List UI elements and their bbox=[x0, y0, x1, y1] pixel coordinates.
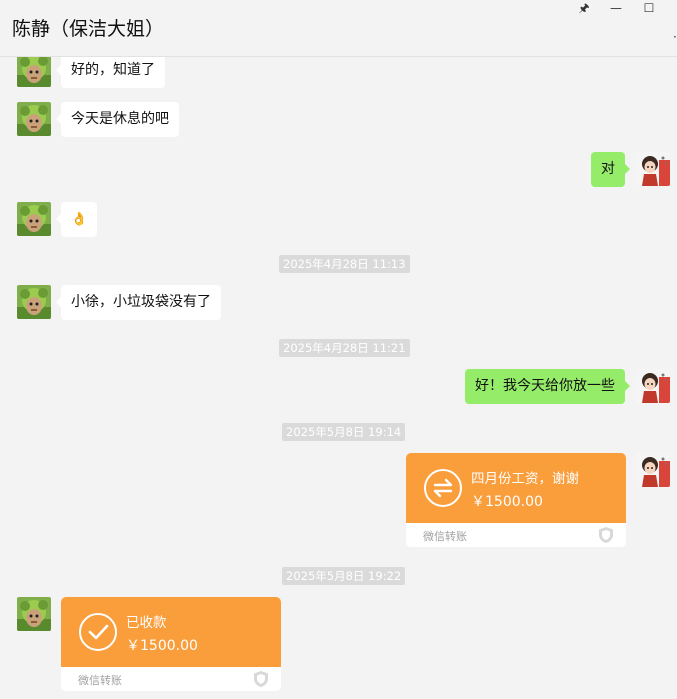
transfer-card-header: 已收款 ￥1500.00 bbox=[61, 597, 281, 667]
self-avatar[interactable] bbox=[636, 152, 670, 186]
transfer-source-label: 微信转账 bbox=[423, 530, 467, 543]
more-icon[interactable]: · bbox=[673, 30, 677, 44]
self-avatar[interactable] bbox=[636, 453, 670, 487]
emoji-message[interactable]: 👌 bbox=[55, 202, 98, 237]
timestamp: 2025年4月28日 11:13 bbox=[279, 255, 410, 273]
transfer-card-footer: 微信转账 bbox=[406, 523, 626, 547]
transfer-card-header: 四月份工资，谢谢 ￥1500.00 bbox=[406, 453, 626, 523]
transfer-card-sent[interactable]: 四月份工资，谢谢 ￥1500.00 微信转账 bbox=[406, 453, 626, 547]
shield-icon bbox=[253, 670, 269, 691]
chat-header: 陈静（保洁大姐） 🖈 — ☐ · bbox=[0, 0, 677, 57]
contact-avatar[interactable] bbox=[17, 285, 51, 319]
minimize-button[interactable]: — bbox=[604, 0, 628, 16]
transfer-amount: ￥1500.00 bbox=[126, 638, 198, 654]
transfer-status: 已收款 bbox=[126, 615, 167, 631]
timestamp: 2025年4月28日 11:21 bbox=[279, 339, 410, 357]
transfer-card-received[interactable]: 已收款 ￥1500.00 微信转账 bbox=[61, 597, 281, 691]
transfer-amount: ￥1500.00 bbox=[471, 494, 543, 510]
self-avatar[interactable] bbox=[636, 369, 670, 403]
chat-title: 陈静（保洁大姐） bbox=[12, 18, 165, 40]
shield-icon bbox=[598, 526, 614, 547]
contact-avatar[interactable] bbox=[17, 53, 51, 87]
timestamp: 2025年5月8日 19:14 bbox=[282, 423, 406, 441]
timestamp: 2025年5月8日 19:22 bbox=[282, 567, 406, 585]
transfer-note: 四月份工资，谢谢 bbox=[471, 471, 579, 487]
transfer-arrows-icon bbox=[424, 469, 462, 507]
message-bubble-incoming[interactable]: 小徐，小垃圾袋没有了 bbox=[56, 285, 221, 320]
transfer-source-label: 微信转账 bbox=[78, 674, 122, 687]
checkmark-icon bbox=[79, 613, 117, 651]
message-bubble-outgoing[interactable]: 好！我今天给你放一些 bbox=[465, 369, 630, 404]
transfer-card-footer: 微信转账 bbox=[61, 667, 281, 691]
contact-avatar[interactable] bbox=[17, 102, 51, 136]
contact-avatar[interactable] bbox=[17, 202, 51, 236]
message-bubble-outgoing[interactable]: 对 bbox=[591, 152, 630, 187]
maximize-button[interactable]: ☐ bbox=[637, 0, 661, 16]
contact-avatar[interactable] bbox=[17, 597, 51, 631]
message-bubble-incoming[interactable]: 好的，知道了 bbox=[56, 53, 165, 88]
pin-icon[interactable]: 🖈 bbox=[572, 0, 596, 16]
message-bubble-incoming[interactable]: 今天是休息的吧 bbox=[56, 102, 179, 137]
